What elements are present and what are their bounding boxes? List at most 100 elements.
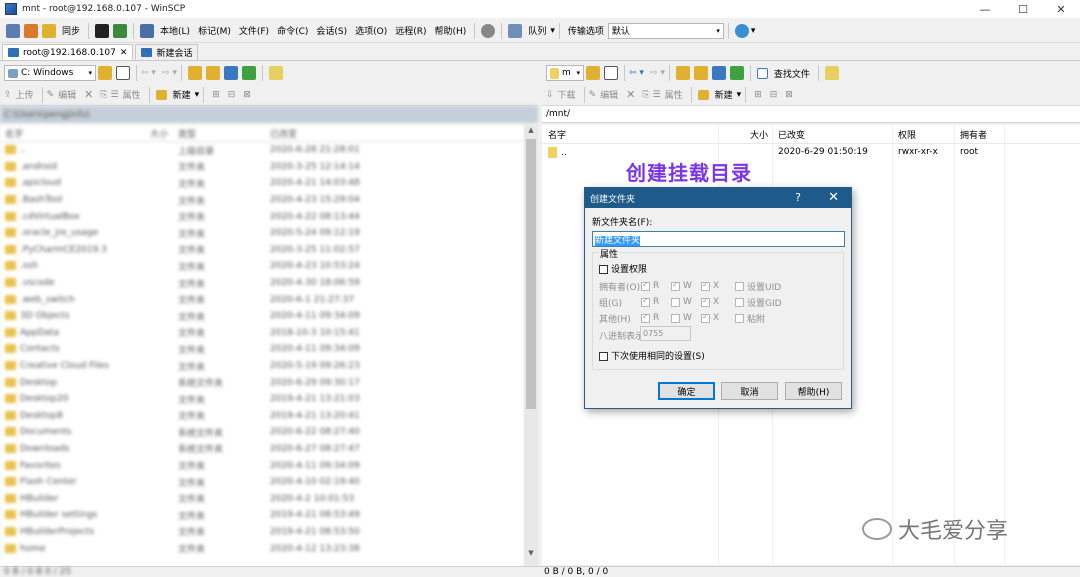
scroll-down-icon[interactable]: ▼ [524, 549, 538, 561]
menu-mark[interactable]: 标记(M) [198, 24, 231, 37]
group-w-checkbox[interactable] [671, 297, 680, 307]
table-row[interactable]: .PyCharmCE2019.3 文件夹 2020-3-25 11:02:57 [0, 242, 524, 259]
home-icon[interactable] [223, 66, 238, 80]
table-row[interactable]: .BashTool 文件夹 2020-4-23 15:29:04 [0, 192, 524, 209]
group-r-checkbox[interactable] [641, 296, 650, 307]
table-row[interactable]: .. 上级目录 2020-6-28 21:28:01 [0, 142, 524, 159]
putty-icon[interactable] [113, 23, 128, 38]
table-row[interactable]: Desktop 系统文件夹 2020-6-29 09:30:17 [0, 374, 524, 391]
table-row[interactable]: .oracle_jre_usage 文件夹 2020-5-24 09:12:19 [0, 225, 524, 242]
owner-x-checkbox[interactable] [701, 280, 710, 291]
dialog-close-icon[interactable]: ✕ [828, 190, 839, 205]
back-icon[interactable]: ⇦ ▾ [141, 68, 156, 78]
column-header-rights[interactable]: 权限 [892, 128, 954, 141]
bookmark-icon[interactable] [268, 66, 283, 80]
table-row[interactable]: Favorites 文件夹 2020-4-11 09:34:09 [0, 457, 524, 474]
filter-icon[interactable] [116, 66, 130, 80]
owner-w-checkbox[interactable] [671, 280, 680, 291]
folder-name-input[interactable]: 新建文件夹 [592, 231, 845, 247]
filter-select-icon[interactable]: ⊠ [243, 90, 251, 100]
new-button[interactable]: 新建 [173, 88, 191, 101]
chevron-down-icon[interactable]: ▾ [550, 26, 555, 36]
column-header-owner[interactable]: 拥有者 [954, 128, 1014, 141]
table-row[interactable]: 3D Objects 文件夹 2020-4-11 09:34:09 [0, 308, 524, 325]
others-w-checkbox[interactable] [671, 313, 680, 323]
home-icon[interactable] [711, 66, 726, 80]
group-x-checkbox[interactable] [701, 296, 710, 307]
help-button[interactable]: 帮助(H) [785, 382, 842, 400]
table-row[interactable]: HBuilder 文件夹 2020-4-2 10:01:53 [0, 490, 524, 507]
download-button[interactable]: 下载 [558, 88, 576, 101]
delete-icon[interactable]: ✕ [626, 88, 635, 101]
set-permissions-checkbox[interactable]: 设置权限 [599, 262, 647, 275]
scroll-thumb[interactable] [526, 139, 536, 409]
parent-dir-icon[interactable] [675, 66, 690, 80]
bookmark-icon[interactable] [824, 66, 839, 80]
maximize-button[interactable]: ☐ [1004, 0, 1042, 18]
column-header-name[interactable]: 名字 [542, 128, 718, 141]
remote-path-bar[interactable]: /mnt/ [542, 106, 1080, 123]
local-file-list[interactable]: 名字 大小 类型 已改变 .. 上级目录 2020-6-28 21:28:01 .an… [0, 125, 524, 577]
table-row[interactable]: Creative Cloud Files 文件夹 2020-5-19 09:26:2… [0, 358, 524, 375]
minimize-button[interactable]: — [966, 0, 1004, 18]
select-all-icon[interactable]: ⊞ [754, 90, 762, 100]
properties-button[interactable]: 属性 [123, 88, 141, 101]
checkbox-box[interactable] [599, 352, 608, 361]
queue-button[interactable]: 队列 [528, 24, 546, 37]
table-row[interactable]: home 文件夹 2020-4-12 13:23:38 [0, 540, 524, 557]
drive-select[interactable]: C: Windows ▾ [4, 65, 96, 81]
local-path-bar[interactable]: C:\Users\pengjinfu\ [0, 106, 538, 123]
ok-button[interactable]: 确定 [658, 382, 715, 400]
others-x-checkbox[interactable] [701, 312, 710, 323]
column-header[interactable]: 名字 [0, 127, 145, 140]
column-header[interactable]: 类型 [173, 127, 265, 140]
close-icon[interactable]: ✕ [120, 48, 128, 58]
rename-icon[interactable]: ⎘ [642, 90, 649, 100]
menu-session[interactable]: 会话(S) [316, 24, 347, 37]
scroll-up-icon[interactable]: ▲ [524, 126, 538, 138]
gear-icon[interactable] [481, 23, 496, 38]
select-all-icon[interactable]: ⊞ [212, 90, 220, 100]
table-row[interactable]: .web_switch 文件夹 2020-6-1 21:27:37 [0, 291, 524, 308]
checkbox-box[interactable] [599, 265, 608, 274]
root-dir-icon[interactable] [693, 66, 708, 80]
sticky-checkbox[interactable] [735, 313, 744, 323]
chevron-down-icon[interactable]: ▾ [751, 26, 756, 36]
forward-icon[interactable]: ⇨ ▾ [162, 68, 177, 78]
table-row[interactable]: .vscode 文件夹 2020-4-30 18:06:59 [0, 275, 524, 292]
compare-icon[interactable] [6, 23, 20, 38]
table-row[interactable]: Contacts 文件夹 2020-4-11 09:34:09 [0, 341, 524, 358]
filter-select-icon[interactable]: ⊠ [785, 90, 793, 100]
others-r-checkbox[interactable] [641, 312, 650, 323]
octal-input[interactable]: 0755 [640, 326, 691, 341]
tab-new-session[interactable]: 新建会话 [135, 44, 199, 60]
table-row[interactable]: .apicloud 文件夹 2020-4-21 14:03:48 [0, 175, 524, 192]
setgid-checkbox[interactable] [735, 297, 744, 307]
table-row[interactable]: AppData 文件夹 2018-10-3 10:15:41 [0, 325, 524, 342]
remote-dir-select[interactable]: m ▾ [546, 65, 584, 81]
column-header-modified[interactable]: 已改变 [772, 128, 892, 141]
table-row[interactable]: .. 2020-6-29 01:50:19 rwxr-xr-x root [542, 144, 1080, 161]
table-row[interactable]: .cdVirtualBox 文件夹 2020-4-22 08:13:44 [0, 208, 524, 225]
menu-file[interactable]: 文件(F) [239, 24, 269, 37]
globe-icon[interactable] [734, 23, 749, 38]
table-row[interactable]: Desktop20 文件夹 2019-4-21 13:21:03 [0, 391, 524, 408]
column-header[interactable]: 大小 [145, 127, 173, 140]
table-row[interactable]: Downloads 系统文件夹 2020-6-27 08:27:47 [0, 441, 524, 458]
menu-remote[interactable]: 远程(R) [395, 24, 426, 37]
back-icon[interactable]: ⇦ ▾ [629, 68, 644, 78]
transfer-options-select[interactable]: 默认 ▾ [607, 22, 724, 39]
open-folder-icon[interactable] [586, 66, 600, 80]
column-header-size[interactable]: 大小 [718, 128, 772, 141]
help-icon[interactable]: ? [795, 191, 801, 204]
parent-dir-icon[interactable] [187, 66, 202, 80]
edit-button[interactable]: 编辑 [600, 88, 618, 101]
close-button[interactable]: ✕ [1042, 0, 1080, 18]
layout-icon[interactable] [140, 23, 155, 38]
menu-commands[interactable]: 命令(C) [277, 24, 308, 37]
local-scrollbar[interactable]: ▲ ▼ [524, 125, 538, 577]
rename-icon[interactable]: ⎘ [100, 90, 107, 100]
delete-icon[interactable]: ✕ [84, 88, 93, 101]
synchronize-browse-icon[interactable] [24, 23, 38, 38]
root-dir-icon[interactable] [205, 66, 220, 80]
